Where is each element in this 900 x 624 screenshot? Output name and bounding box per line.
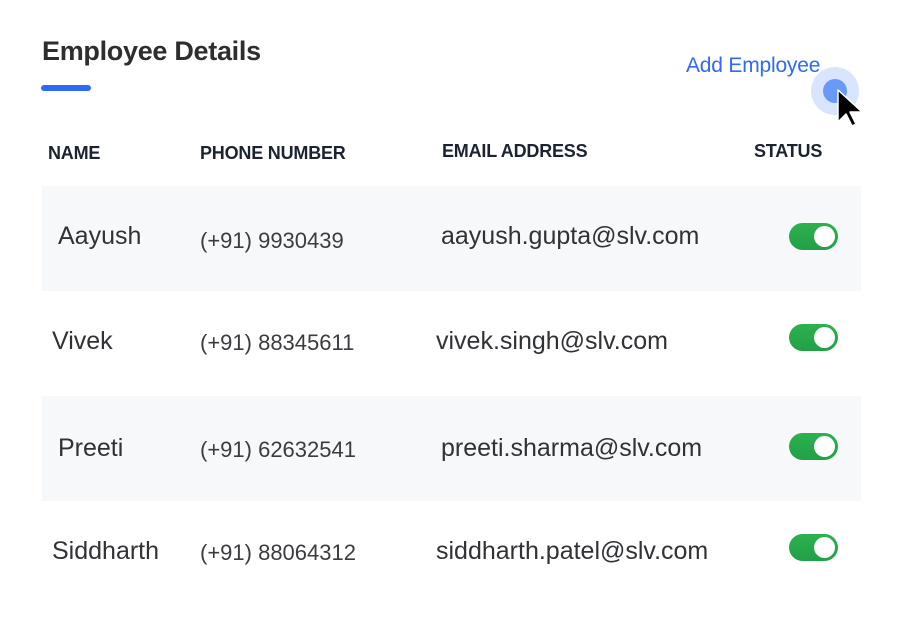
employee-phone: (+91) 62632541 bbox=[200, 437, 356, 462]
toggle-knob bbox=[814, 436, 835, 457]
column-header-name: NAME bbox=[48, 143, 101, 163]
column-header-phone: PHONE NUMBER bbox=[200, 143, 346, 163]
title-underline bbox=[41, 85, 91, 91]
page-title: Employee Details bbox=[42, 36, 261, 66]
employee-name: Vivek bbox=[52, 327, 113, 355]
table-row: Preeti (+91) 62632541 preeti.sharma@slv.… bbox=[42, 396, 861, 501]
table-row: Siddharth (+91) 88064312 siddharth.patel… bbox=[42, 501, 861, 606]
toggle-knob bbox=[814, 226, 835, 247]
employee-name: Siddharth bbox=[52, 537, 160, 565]
employee-email: vivek.singh@slv.com bbox=[436, 327, 668, 355]
toggle-knob bbox=[814, 327, 835, 348]
status-toggle[interactable] bbox=[789, 324, 838, 351]
employee-email: aayush.gupta@slv.com bbox=[441, 222, 700, 250]
employee-name: Preeti bbox=[58, 434, 124, 462]
employee-phone: (+91) 88345611 bbox=[200, 330, 355, 355]
employee-email: preeti.sharma@slv.com bbox=[441, 434, 703, 462]
table-row: Aayush (+91) 9930439 aayush.gupta@slv.co… bbox=[42, 186, 861, 291]
add-employee-button[interactable]: Add Employee bbox=[686, 54, 820, 78]
employee-phone: (+91) 9930439 bbox=[200, 228, 344, 253]
employee-phone: (+91) 88064312 bbox=[200, 540, 356, 565]
status-toggle[interactable] bbox=[789, 534, 838, 561]
toggle-knob bbox=[814, 537, 835, 558]
mouse-pointer-icon bbox=[837, 89, 863, 127]
column-header-status: STATUS bbox=[754, 141, 823, 161]
status-toggle[interactable] bbox=[789, 433, 838, 460]
status-toggle[interactable] bbox=[789, 223, 838, 250]
employee-details-card: Employee Details Add Employee NAME PHONE… bbox=[0, 0, 900, 624]
table-row: Vivek (+91) 88345611 vivek.singh@slv.com bbox=[42, 291, 861, 396]
column-header-email: EMAIL ADDRESS bbox=[442, 141, 588, 161]
employee-email: siddharth.patel@slv.com bbox=[436, 537, 709, 565]
employee-name: Aayush bbox=[58, 222, 142, 250]
